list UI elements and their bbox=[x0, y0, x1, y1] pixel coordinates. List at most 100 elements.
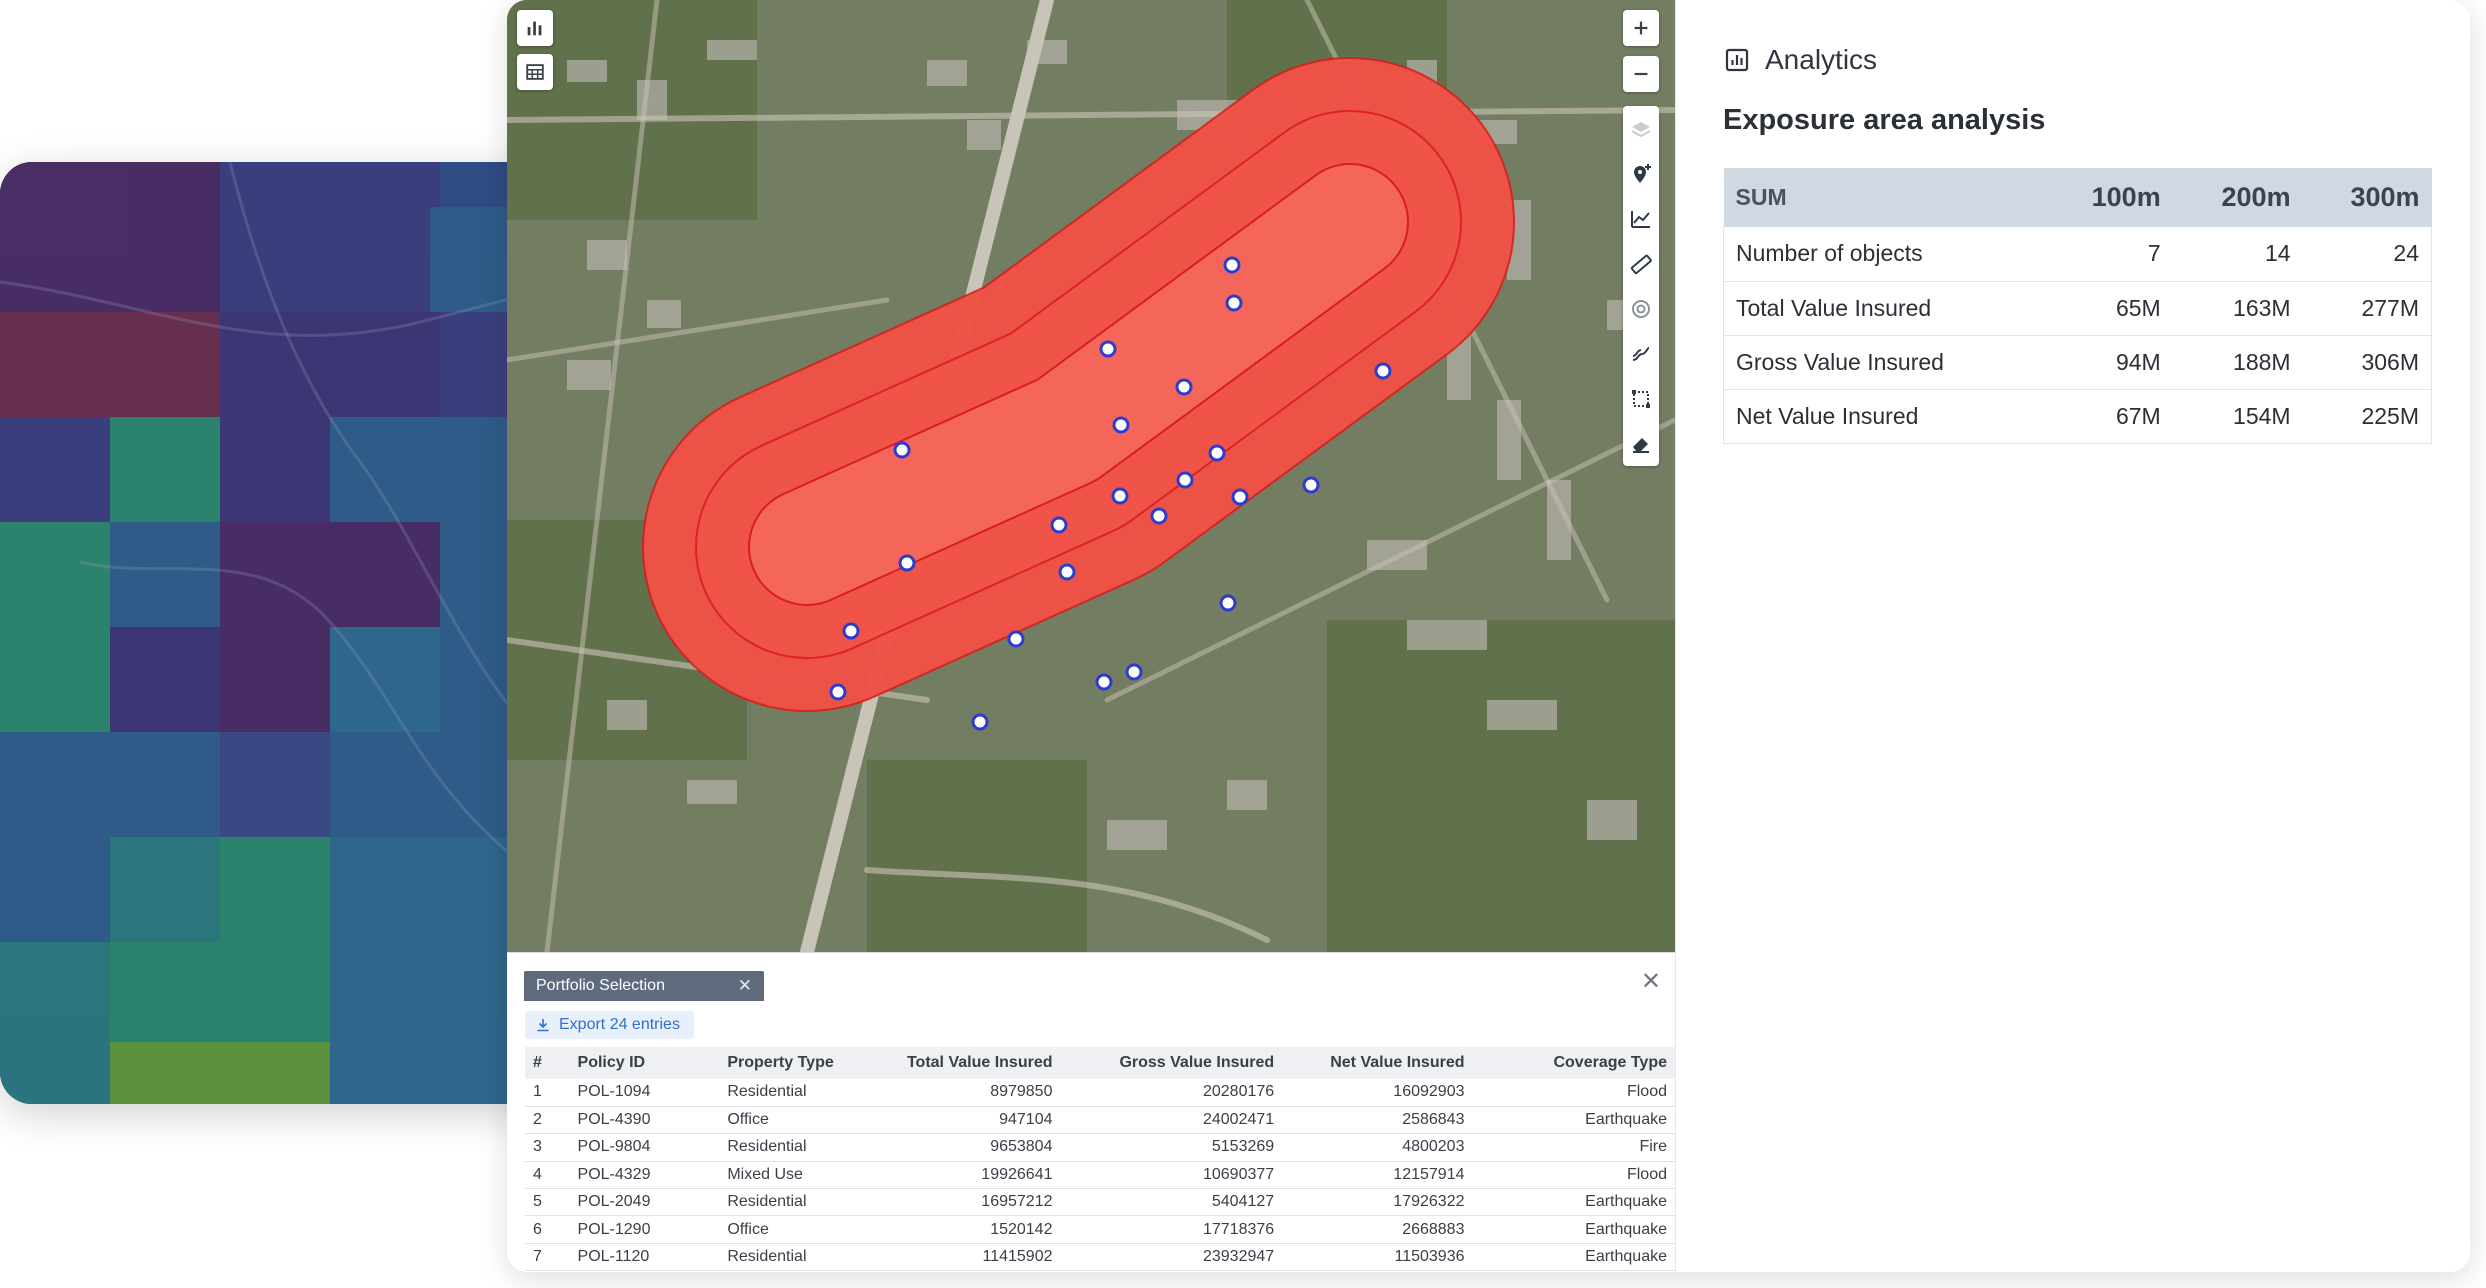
select-area-button[interactable] bbox=[1623, 376, 1659, 421]
cell-net-value: 4800203 bbox=[1282, 1133, 1473, 1162]
chart-view-button[interactable] bbox=[517, 10, 553, 46]
radius-button[interactable] bbox=[1623, 286, 1659, 331]
analytics-header-label: Analytics bbox=[1765, 44, 1878, 75]
summary-value-100m: 7 bbox=[2042, 227, 2173, 282]
tab-label: Portfolio Selection bbox=[536, 977, 665, 994]
cell-property-type: Residential bbox=[719, 1188, 867, 1217]
tab-portfolio-selection[interactable]: Portfolio Selection ✕ bbox=[524, 971, 764, 1001]
cell-coverage-type: Earthquake bbox=[1472, 1188, 1675, 1217]
table-row[interactable]: 5 POL-2049 Residential 16957212 5404127 … bbox=[525, 1188, 1675, 1217]
measure-button[interactable] bbox=[1623, 241, 1659, 286]
tab-close-icon[interactable]: ✕ bbox=[738, 976, 752, 996]
summary-header-300m: 300m bbox=[2302, 168, 2432, 227]
layers-icon bbox=[1631, 121, 1651, 137]
cell-total-value: 16957212 bbox=[866, 1188, 1061, 1217]
zoom-out-button[interactable] bbox=[1623, 56, 1659, 92]
route-button[interactable] bbox=[1623, 331, 1659, 376]
cell-coverage-type: Flood bbox=[1472, 1161, 1675, 1190]
map-view[interactable] bbox=[507, 0, 1675, 952]
cell-index: 2 bbox=[525, 1106, 570, 1135]
cell-coverage-type: Earthquake bbox=[1472, 1243, 1675, 1272]
portfolio-table: # Policy ID Property Type Total Value In… bbox=[525, 1047, 1675, 1272]
summary-value-100m: 65M bbox=[2042, 281, 2173, 336]
cell-policy-id: POL-1120 bbox=[569, 1243, 720, 1272]
table-row[interactable]: 3 POL-9804 Residential 9653804 5153269 4… bbox=[525, 1133, 1675, 1162]
cell-gross-value: 20280176 bbox=[1060, 1079, 1283, 1107]
select-rect-icon bbox=[1632, 389, 1650, 408]
cell-policy-id: POL-2049 bbox=[569, 1188, 720, 1217]
cell-policy-id: POL-4390 bbox=[569, 1106, 720, 1135]
cell-net-value: 16092903 bbox=[1282, 1079, 1473, 1107]
summary-header-row: SUM 100m 200m 300m bbox=[1723, 168, 2432, 227]
col-header-policy-id[interactable]: Policy ID bbox=[569, 1047, 720, 1079]
cell-index: 4 bbox=[525, 1161, 570, 1190]
export-button[interactable]: Export 24 entries bbox=[525, 1011, 694, 1039]
portfolio-panel: Portfolio Selection ✕ ✕ Export 24 entrie… bbox=[507, 952, 1675, 1272]
cell-coverage-type: Flood bbox=[1472, 1079, 1675, 1107]
table-header-row: # Policy ID Property Type Total Value In… bbox=[525, 1047, 1675, 1079]
table-row[interactable]: 4 POL-4329 Mixed Use 19926641 10690377 1… bbox=[525, 1161, 1675, 1190]
cell-net-value: 17926322 bbox=[1282, 1188, 1473, 1217]
panel-close-icon[interactable]: ✕ bbox=[1641, 967, 1661, 996]
table-row[interactable]: 1 POL-1094 Residential 8979850 20280176 … bbox=[525, 1079, 1675, 1107]
col-header-net-value[interactable]: Net Value Insured bbox=[1282, 1047, 1473, 1079]
summary-row: Total Value Insured 65M 163M 277M bbox=[1722, 281, 2432, 336]
col-header-total-value[interactable]: Total Value Insured bbox=[866, 1047, 1061, 1079]
cell-property-type: Residential bbox=[719, 1243, 867, 1272]
cell-index: 3 bbox=[525, 1133, 570, 1162]
col-header-coverage-type[interactable]: Coverage Type bbox=[1472, 1047, 1675, 1079]
route-icon bbox=[1632, 346, 1650, 361]
summary-value-100m: 67M bbox=[2042, 389, 2173, 444]
table-row[interactable]: 6 POL-1290 Office 1520142 17718376 26688… bbox=[525, 1215, 1675, 1244]
eraser-button[interactable] bbox=[1623, 421, 1659, 466]
analysis-title: Exposure area analysis bbox=[1723, 104, 2046, 136]
line-chart-icon bbox=[1631, 210, 1650, 228]
add-marker-button[interactable] bbox=[1623, 151, 1659, 196]
cell-property-type: Office bbox=[719, 1215, 867, 1244]
export-label: Export 24 entries bbox=[559, 1016, 680, 1033]
cell-policy-id: POL-9804 bbox=[569, 1133, 720, 1162]
summary-row-label: Gross Value Insured bbox=[1722, 335, 2043, 390]
summary-row-label: Net Value Insured bbox=[1722, 389, 2043, 444]
cell-gross-value: 5404127 bbox=[1060, 1188, 1283, 1217]
cell-policy-id: POL-4329 bbox=[569, 1161, 720, 1190]
download-icon bbox=[537, 1019, 549, 1032]
cell-policy-id: POL-1094 bbox=[569, 1079, 720, 1107]
cell-total-value: 11415902 bbox=[866, 1243, 1061, 1272]
summary-row: Net Value Insured 67M 154M 225M bbox=[1722, 389, 2432, 444]
table-row[interactable]: 2 POL-4390 Office 947104 24002471 258684… bbox=[525, 1106, 1675, 1135]
zoom-out-icon bbox=[1634, 72, 1648, 76]
cell-total-value: 19926641 bbox=[866, 1161, 1061, 1190]
zoom-in-button[interactable] bbox=[1623, 10, 1659, 46]
cell-gross-value: 5153269 bbox=[1060, 1133, 1283, 1162]
col-header-property-type[interactable]: Property Type bbox=[719, 1047, 867, 1079]
col-header-gross-value[interactable]: Gross Value Insured bbox=[1060, 1047, 1283, 1079]
cell-index: 6 bbox=[525, 1215, 570, 1244]
summary-value-200m: 163M bbox=[2172, 281, 2303, 336]
marker-add-icon bbox=[1634, 163, 1651, 183]
satellite-map[interactable] bbox=[507, 0, 1675, 952]
cell-gross-value: 23932947 bbox=[1060, 1243, 1283, 1272]
cell-property-type: Residential bbox=[719, 1133, 867, 1162]
table-view-button[interactable] bbox=[517, 54, 553, 90]
cell-property-type: Office bbox=[719, 1106, 867, 1135]
table-row[interactable]: 7 POL-1120 Residential 11415902 23932947… bbox=[525, 1243, 1675, 1272]
heatmap-card bbox=[0, 162, 560, 1104]
layers-button[interactable] bbox=[1623, 106, 1659, 151]
cell-index: 1 bbox=[525, 1079, 570, 1107]
line-chart-button[interactable] bbox=[1623, 196, 1659, 241]
cell-gross-value: 24002471 bbox=[1060, 1106, 1283, 1135]
summary-row-label: Total Value Insured bbox=[1722, 281, 2043, 336]
table-icon bbox=[526, 64, 544, 80]
summary-header-100m: 100m bbox=[2042, 168, 2173, 227]
summary-value-200m: 14 bbox=[2172, 227, 2303, 282]
cell-index: 5 bbox=[525, 1188, 570, 1217]
col-header-index[interactable]: # bbox=[525, 1047, 570, 1079]
cell-coverage-type: Earthquake bbox=[1472, 1106, 1675, 1135]
cell-policy-id: POL-1290 bbox=[569, 1215, 720, 1244]
cell-net-value: 11503936 bbox=[1282, 1243, 1473, 1272]
cell-gross-value: 17718376 bbox=[1060, 1215, 1283, 1244]
ruler-icon bbox=[1630, 254, 1652, 274]
cell-coverage-type: Fire bbox=[1472, 1133, 1675, 1162]
summary-header-200m: 200m bbox=[2172, 168, 2303, 227]
